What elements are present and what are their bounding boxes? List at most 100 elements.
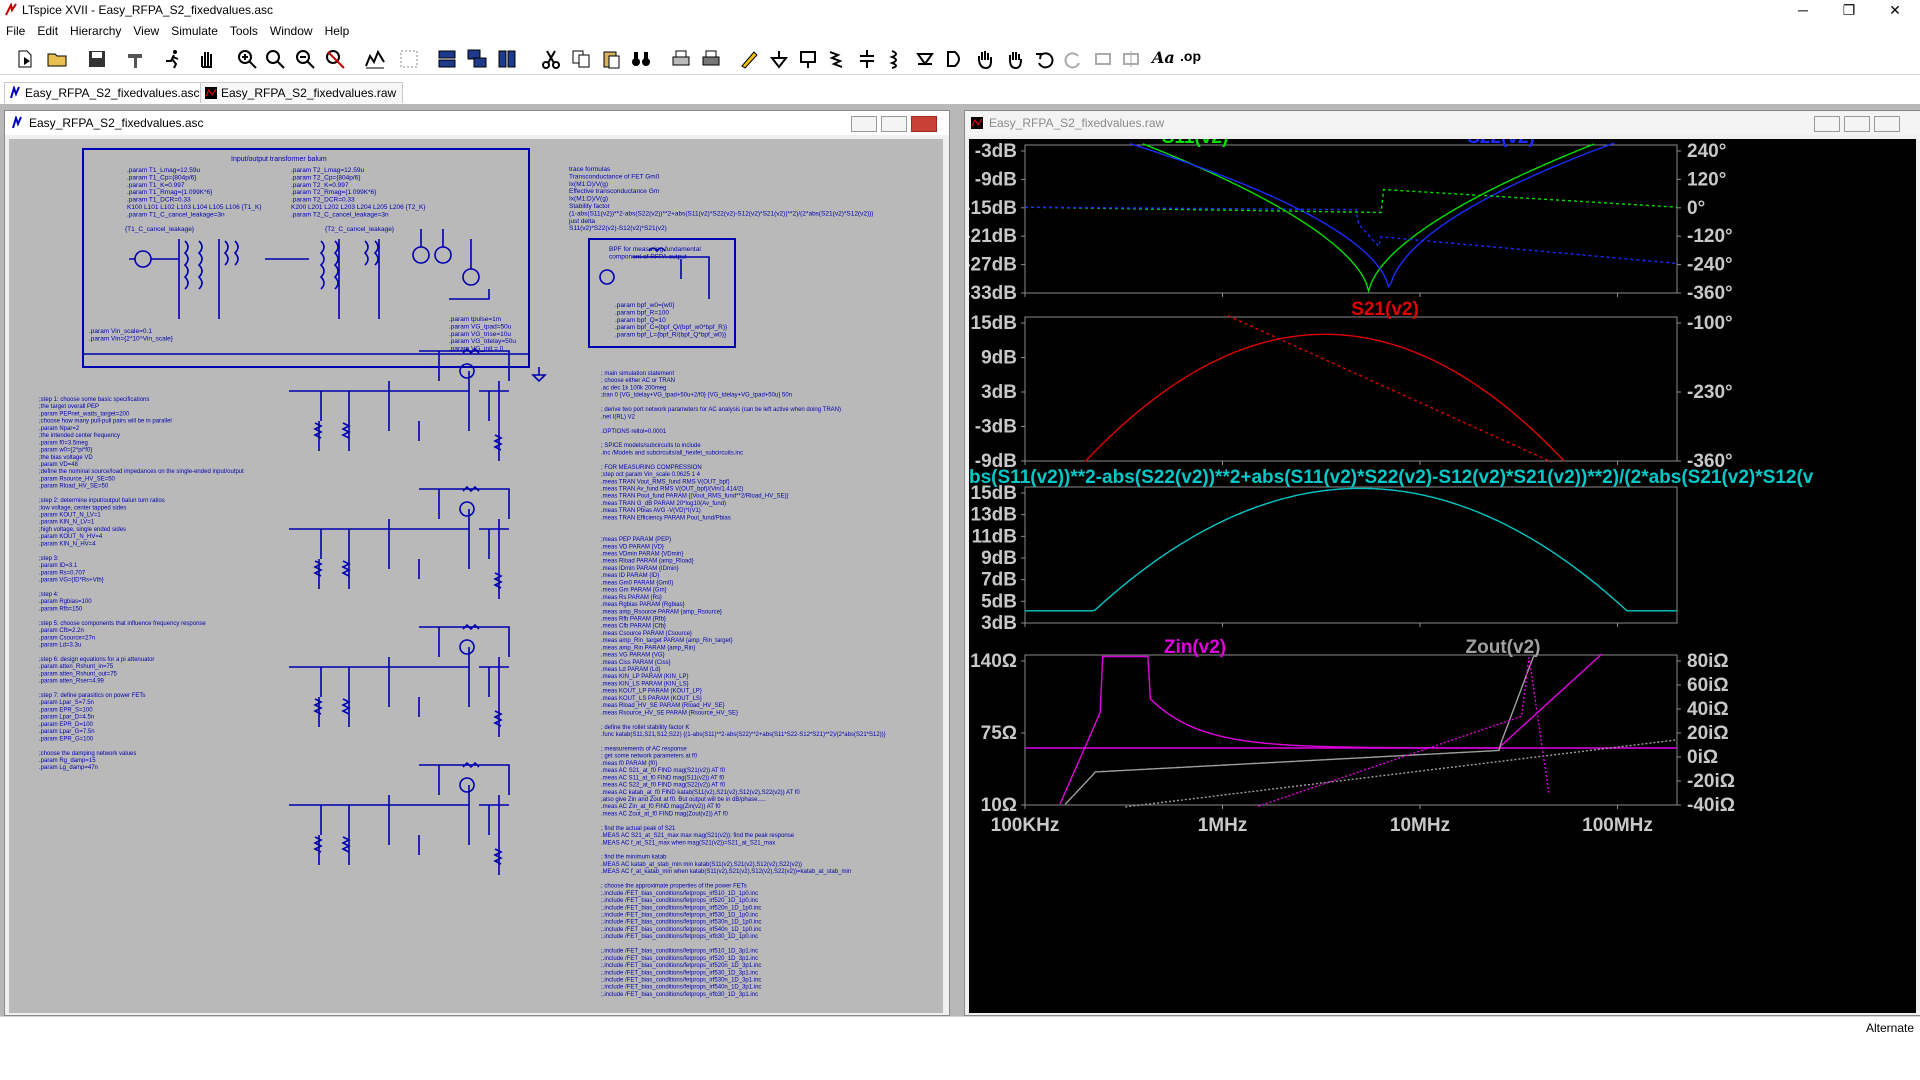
param-line: .param T1_Cp={804p/6} — [127, 174, 197, 181]
pencil-icon — [741, 51, 758, 69]
trace-label-s22[interactable]: S22(v2) — [1467, 139, 1535, 148]
schematic-minimize-button[interactable] — [851, 116, 877, 132]
y2-tick-label: 40iΩ — [1687, 699, 1729, 720]
waveform-maximize-button[interactable] — [1844, 116, 1870, 132]
tab-waveform[interactable]: Easy_RFPA_S2_fixedvalues.raw — [200, 82, 404, 103]
waveform-minimize-button[interactable] — [1814, 116, 1840, 132]
waveform-close-button[interactable] — [1874, 116, 1900, 132]
pan-button[interactable] — [264, 48, 286, 70]
net-label-button[interactable] — [798, 48, 820, 70]
text-button[interactable]: Aa — [1152, 48, 1175, 70]
trace-label-zout[interactable]: Zout(v2) — [1466, 637, 1541, 658]
trace-label-zin[interactable]: Zin(v2) — [1164, 637, 1226, 658]
menu-hierarchy[interactable]: Hierarchy — [64, 22, 127, 38]
directive-line: ; define the rollet stability factor K — [601, 725, 689, 731]
trace-label-s11[interactable]: S11(v2) — [1162, 139, 1229, 148]
step-line: ;choose the damping network values — [39, 751, 136, 757]
step-line: .param Lpar_G=7.5n — [39, 729, 95, 735]
zoom-in-icon — [238, 50, 257, 69]
open-button[interactable] — [46, 48, 68, 70]
menu-simulate[interactable]: Simulate — [165, 22, 224, 38]
ground-button[interactable] — [768, 48, 790, 70]
move-button[interactable] — [974, 48, 996, 70]
draw-wire-button[interactable] — [738, 48, 760, 70]
step-line: .param EPR_D=100 — [39, 722, 94, 728]
new-schematic-button[interactable] — [14, 48, 36, 70]
control-panel-button[interactable] — [124, 48, 146, 70]
menu-edit[interactable]: Edit — [31, 22, 64, 38]
minimize-button[interactable]: ─ — [1780, 0, 1826, 20]
copy-button[interactable] — [570, 48, 592, 70]
resistor-symbol — [313, 347, 503, 451]
halt-button[interactable] — [196, 48, 218, 70]
trace-label-s21[interactable]: S21(v2) — [1351, 299, 1419, 320]
rotate-button[interactable] — [1092, 48, 1114, 70]
param-line: .param VG_trise=10u — [449, 331, 511, 338]
y2-tick-label: -120° — [1687, 226, 1733, 247]
directive-line: .inc /Models and subcircuits/all_hexfet_… — [601, 450, 743, 456]
paste-button[interactable] — [600, 48, 622, 70]
close-button[interactable]: ✕ — [1872, 0, 1918, 20]
step-line: .param atten_Rshunt_in=75 — [39, 664, 114, 670]
waveform-canvas[interactable]: -3dB -9dB -15dB -21dB -27dB -33dB 240° 120° 0° -1… — [969, 139, 1916, 1013]
mirror-button[interactable] — [1120, 48, 1142, 70]
param-line: .param T1_C_cancel_leakage=3n — [127, 211, 225, 218]
mdi-workspace: Easy_RFPA_S2_fixedvalues.asc Input/outpu… — [0, 104, 1920, 1016]
maximize-button[interactable]: ❐ — [1826, 0, 1872, 20]
tile-horizontal-button[interactable] — [436, 48, 458, 70]
resistor-button[interactable] — [826, 48, 848, 70]
step-line: ;the target overall PEP — [39, 404, 99, 410]
step-line: ;step 4: — [39, 592, 59, 598]
waveform-icon — [205, 87, 217, 99]
run-button[interactable] — [162, 48, 184, 70]
tile-vertical-button[interactable] — [496, 48, 518, 70]
schematic-maximize-button[interactable] — [881, 116, 907, 132]
waveform-plot[interactable]: -3dB -9dB -15dB -21dB -27dB -33dB 240° 120° 0° -1… — [969, 139, 1916, 1013]
directive-line: .meas Rs PARAM {Rs} — [601, 595, 662, 601]
print-button[interactable] — [700, 48, 722, 70]
zoom-in-button[interactable] — [236, 48, 258, 70]
grid-button[interactable] — [398, 48, 420, 70]
ground-icon — [769, 51, 789, 69]
spice-directive-button[interactable]: .op — [1180, 48, 1202, 70]
tab-schematic[interactable]: Easy_RFPA_S2_fixedvalues.asc — [4, 82, 207, 103]
trace-s22-mag — [1130, 142, 1615, 289]
step-line: .param KOUT_N_LV=1 — [39, 513, 101, 519]
schematic-canvas[interactable]: Input/output transformer balum .param T1_… — [9, 139, 943, 1013]
step-line: .param Rsource_HV_SE=50 — [39, 476, 116, 482]
zoom-fit-button[interactable] — [324, 48, 346, 70]
resistor-symbol — [313, 761, 503, 865]
diode-button[interactable] — [914, 48, 936, 70]
component-button[interactable] — [944, 48, 966, 70]
step-line: .param ID=3.1 — [39, 563, 78, 569]
print-preview-button[interactable] — [670, 48, 692, 70]
menu-file[interactable]: File — [0, 22, 31, 38]
zoom-out-button[interactable] — [294, 48, 316, 70]
trace-label-stability[interactable]: bs(S11(v2))**2-abs(S22(v2))**2+abs(S11(v… — [969, 467, 1814, 488]
menu-help[interactable]: Help — [319, 22, 356, 38]
y-tick-label: 11dB — [972, 526, 1017, 547]
window-title: LTspice XVII - Easy_RFPA_S2_fixedvalues.… — [22, 3, 274, 17]
find-button[interactable] — [630, 48, 652, 70]
menu-view[interactable]: View — [127, 22, 165, 38]
inductor-button[interactable] — [884, 48, 906, 70]
bpf-title: component of RFPA output — [609, 253, 687, 260]
step-line: .param EPR_G=100 — [39, 736, 94, 742]
y2-tick-label: -240° — [1687, 255, 1733, 276]
undo-button[interactable] — [1034, 48, 1056, 70]
redo-button[interactable] — [1062, 48, 1084, 70]
menu-tools[interactable]: Tools — [224, 22, 264, 38]
cut-button[interactable] — [540, 48, 562, 70]
capacitor-button[interactable] — [856, 48, 878, 70]
param-line: .param tpulse=1m — [449, 316, 501, 323]
autorange-button[interactable] — [364, 48, 386, 70]
cascade-button[interactable] — [466, 48, 488, 70]
label-net-icon — [800, 51, 816, 68]
schematic-window: Easy_RFPA_S2_fixedvalues.asc Input/outpu… — [4, 110, 950, 1016]
schematic-close-button[interactable] — [911, 116, 937, 132]
menu-window[interactable]: Window — [264, 22, 319, 38]
save-button[interactable] — [86, 48, 108, 70]
y-tick-label: 3dB — [981, 382, 1017, 403]
drag-button[interactable] — [1004, 48, 1026, 70]
schematic-drawing[interactable]: Input/output transformer balum .param T1_… — [9, 139, 943, 1013]
